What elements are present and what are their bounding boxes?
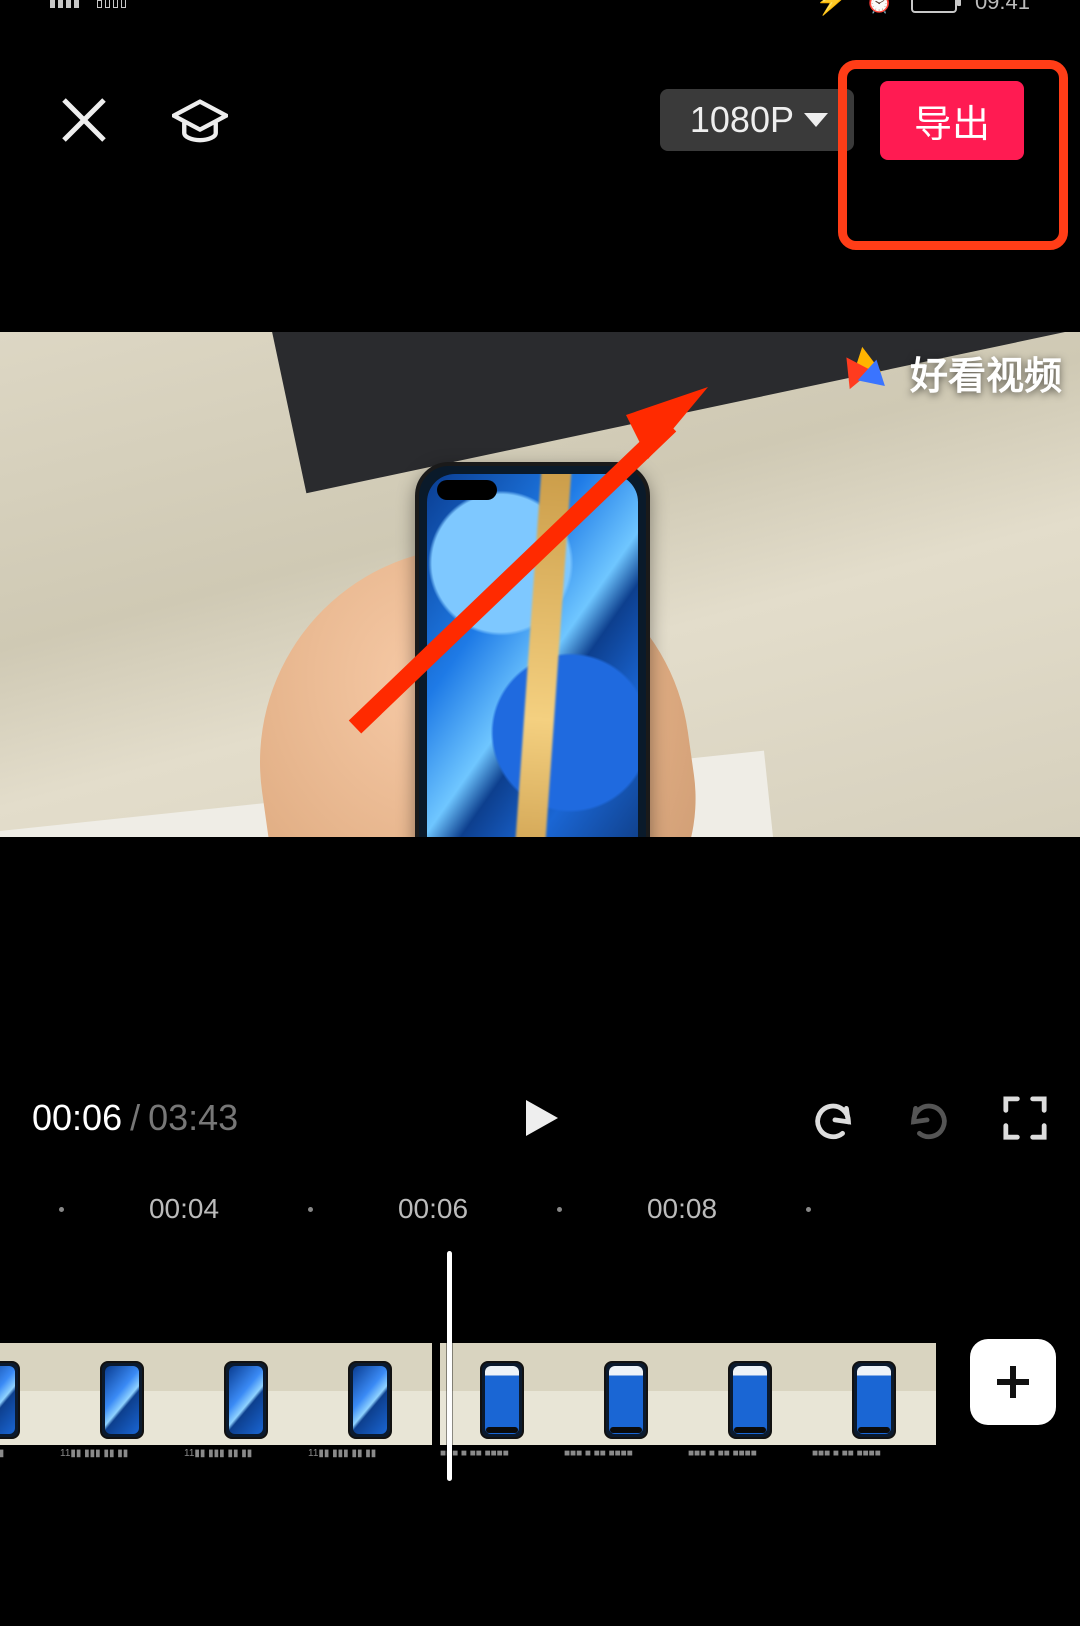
clip-thumbnail[interactable]: ■■■ ■ ■■ ■■■■ <box>440 1343 564 1463</box>
fullscreen-button[interactable] <box>1002 1095 1048 1141</box>
status-bar: ⚡ ⏰ 09:41 <box>0 0 1080 35</box>
flash-icon: ⚡ <box>815 0 847 17</box>
ruler-tick <box>806 1207 811 1212</box>
playback-controls: 00:06 / 03:43 <box>0 1070 1080 1165</box>
redo-button[interactable] <box>906 1095 952 1141</box>
undo-button[interactable] <box>810 1095 856 1141</box>
resolution-selector[interactable]: 1080P <box>660 89 854 151</box>
ruler-label: 00:04 <box>149 1193 219 1225</box>
video-watermark: 好看视频 <box>848 345 1062 400</box>
status-time: 09:41 <box>975 0 1030 15</box>
timeline-track[interactable]: 11▮▮ ▮▮▮ ▮▮ ▮▮11▮▮ ▮▮▮ ▮▮ ▮▮11▮▮ ▮▮▮ ▮▮ … <box>0 1251 1080 1511</box>
tutorial-button[interactable] <box>172 92 228 148</box>
chevron-down-icon <box>804 113 828 127</box>
clip-thumbnail[interactable]: ■■■ ■ ■■ ■■■■ <box>812 1343 936 1463</box>
battery-icon <box>911 0 957 13</box>
watermark-text: 好看视频 <box>910 345 1062 400</box>
ruler-tick <box>59 1207 64 1212</box>
clip-thumbnail[interactable]: ■■■ ■ ■■ ■■■■ <box>688 1343 812 1463</box>
ruler-label: 00:06 <box>398 1193 468 1225</box>
play-button[interactable] <box>518 1096 562 1140</box>
playhead[interactable] <box>447 1251 452 1481</box>
clip-thumbnail[interactable]: ■■■ ■ ■■ ■■■■ <box>564 1343 688 1463</box>
clip-gap <box>432 1343 440 1463</box>
ruler-tick <box>557 1207 562 1212</box>
signal-2-icon <box>97 0 126 8</box>
current-time: 00:06 <box>32 1097 122 1139</box>
ruler-label: 00:08 <box>647 1193 717 1225</box>
resolution-label: 1080P <box>690 99 794 141</box>
close-button[interactable] <box>56 92 112 148</box>
clip-thumbnails[interactable]: 11▮▮ ▮▮▮ ▮▮ ▮▮11▮▮ ▮▮▮ ▮▮ ▮▮11▮▮ ▮▮▮ ▮▮ … <box>0 1343 936 1463</box>
clip-thumbnail[interactable]: 11▮▮ ▮▮▮ ▮▮ ▮▮ <box>184 1343 308 1463</box>
video-frame <box>0 332 1080 837</box>
clip-thumbnail[interactable]: 11▮▮ ▮▮▮ ▮▮ ▮▮ <box>0 1343 60 1463</box>
video-preview[interactable]: 好看视频 00:06 / 03:43 <box>0 205 1080 1165</box>
time-display: 00:06 / 03:43 <box>32 1097 238 1139</box>
add-clip-button[interactable] <box>970 1339 1056 1425</box>
signal-1-icon <box>50 0 79 8</box>
clip-thumbnail[interactable]: 11▮▮ ▮▮▮ ▮▮ ▮▮ <box>60 1343 184 1463</box>
top-toolbar: 1080P 导出 <box>0 35 1080 205</box>
alarm-icon: ⏰ <box>866 0 893 15</box>
total-time: 03:43 <box>148 1097 238 1139</box>
haokan-logo-icon <box>848 350 898 396</box>
export-button[interactable]: 导出 <box>880 81 1024 160</box>
time-separator: / <box>130 1097 140 1139</box>
clip-thumbnail[interactable]: 11▮▮ ▮▮▮ ▮▮ ▮▮ <box>308 1343 432 1463</box>
timeline-ruler[interactable]: 00:04 00:06 00:08 <box>0 1177 1080 1237</box>
phone-in-video <box>415 462 650 837</box>
ruler-tick <box>308 1207 313 1212</box>
